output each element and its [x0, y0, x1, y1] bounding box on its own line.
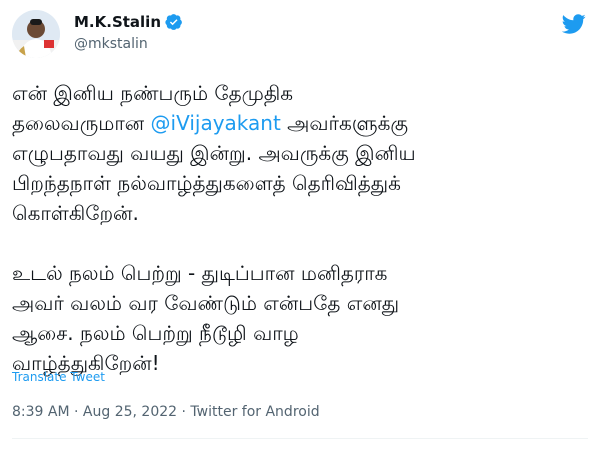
tweet-time[interactable]: 8:39 AM [12, 404, 70, 420]
tweet-line: கொள்கிறேன். [12, 201, 139, 225]
tweet-source[interactable]: Twitter for Android [190, 404, 319, 420]
meta-separator: · [69, 404, 83, 420]
tweet-meta: 8:39 AM · Aug 25, 2022 · Twitter for And… [12, 404, 320, 420]
twitter-bird-icon[interactable] [562, 12, 586, 36]
profile-photo-icon [12, 10, 60, 58]
tweet-line: பிறந்தநாள் நல்வாழ்த்துகளைத் தெரிவித்துக் [12, 171, 401, 195]
verified-badge-icon [165, 14, 182, 30]
tweet-line: அவர் வலம் வர வேண்டும் என்பதே எனது [12, 291, 400, 315]
user-name-row[interactable]: M.K.Stalin [74, 13, 183, 31]
tweet-date[interactable]: Aug 25, 2022 [83, 404, 177, 420]
tweet-line: என் இனிய நண்பரும் தேமுதிக [12, 81, 294, 105]
tweet-text-segment: அவர்களுக்கு [280, 111, 409, 135]
user-name[interactable]: M.K.Stalin [74, 13, 161, 31]
tweet-line: தலைவருமான @iVijayakant அவர்களுக்கு [12, 108, 592, 138]
translate-tweet-link[interactable]: Translate Tweet [12, 370, 105, 384]
tweet-card: M.K.Stalin @mkstalin என் இனிய நண்பரும் த… [0, 0, 600, 460]
mention-link[interactable]: @iVijayakant [151, 111, 281, 135]
tweet-text: என் இனிய நண்பரும் தேமுதிக தலைவருமான @iVi… [12, 78, 592, 378]
tweet-line: எழுபதாவது வயது இன்று. அவருக்கு இனிய [12, 141, 416, 165]
tweet-line: உடல் நலம் பெற்று - துடிப்பான மனிதராக [12, 261, 388, 285]
tweet-text-segment: தலைவருமான [12, 111, 151, 135]
tweet-line: ஆசை. நலம் பெற்று நீடூழி வாழ [12, 321, 299, 345]
meta-separator: · [177, 404, 191, 420]
avatar[interactable] [12, 10, 60, 58]
user-handle[interactable]: @mkstalin [74, 36, 148, 52]
divider [12, 438, 588, 439]
